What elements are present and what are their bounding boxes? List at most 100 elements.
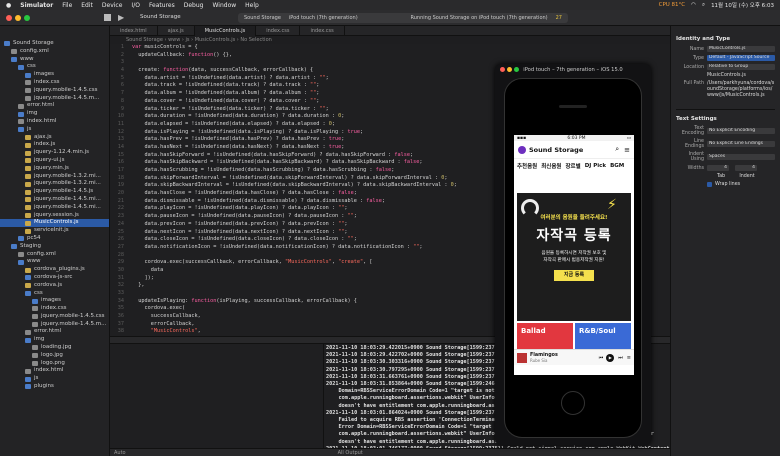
file-tree-item[interactable]: Sound Storage bbox=[0, 40, 109, 48]
file-tree-item[interactable]: MusicControls.js bbox=[0, 219, 109, 228]
file-tree-item[interactable]: serviceInit.js bbox=[0, 227, 109, 235]
file-tree-item[interactable]: jquery-ui.js bbox=[0, 157, 109, 165]
home-button[interactable] bbox=[561, 391, 585, 415]
menu-item[interactable]: File bbox=[62, 2, 72, 9]
file-tree-item[interactable]: images bbox=[0, 297, 109, 305]
simulator-window[interactable]: iPod touch – 7th generation – iOS 15.0 ▪… bbox=[495, 64, 651, 445]
name-field[interactable]: MusicControls.js bbox=[707, 46, 775, 52]
editor-tab[interactable]: index.css bbox=[256, 26, 301, 36]
close-icon[interactable] bbox=[6, 15, 12, 21]
file-tree-item[interactable]: jquery.min.js bbox=[0, 165, 109, 173]
output-filter[interactable]: All Output bbox=[338, 450, 363, 456]
menu-item[interactable]: Simulator bbox=[20, 2, 53, 9]
zoom-icon[interactable] bbox=[24, 15, 30, 21]
promo-banner[interactable]: ⚡ 여러분의 음원을 들려주세요! 자작곡 등록 음원을 등록하시면 저작권 보… bbox=[517, 193, 631, 321]
menu-item[interactable]: Device bbox=[102, 2, 123, 9]
breadcrumb[interactable]: Sound Storage › www › js › MusicControls… bbox=[110, 36, 670, 44]
file-tree-item[interactable]: index.css bbox=[0, 79, 109, 87]
playlist-icon[interactable]: ≡ bbox=[627, 355, 631, 361]
menu-item[interactable]: Edit bbox=[81, 2, 93, 9]
menu-icon[interactable]: ≡ bbox=[624, 146, 630, 154]
file-tree-item[interactable]: plugins bbox=[0, 383, 109, 391]
encoding-select[interactable]: No Explicit Encoding bbox=[707, 128, 775, 134]
file-tree-item[interactable]: img bbox=[0, 110, 109, 118]
file-tree-item[interactable]: css bbox=[0, 63, 109, 71]
file-tree-item[interactable]: jquery.mobile-1.3.2.mi... bbox=[0, 180, 109, 188]
device-selector[interactable]: iPod touch (7th generation) bbox=[289, 13, 358, 23]
editor-tab[interactable]: ajax.js bbox=[158, 26, 195, 36]
file-tree-item[interactable]: jquery.session.js bbox=[0, 212, 109, 220]
file-tree-item[interactable]: jquery.mobile-1.3.2.mi... bbox=[0, 173, 109, 181]
editor-tab[interactable]: MusicControls.js bbox=[194, 26, 257, 36]
file-tree-item[interactable]: jquery.mobile-1.4.5.m... bbox=[0, 95, 109, 103]
file-tree-item[interactable]: logo.png bbox=[0, 360, 109, 368]
file-tree-item[interactable]: config.xml bbox=[0, 48, 109, 56]
auto-selector[interactable]: Auto bbox=[114, 450, 126, 456]
app-tab[interactable]: 장르별 bbox=[566, 162, 581, 170]
file-tree-item[interactable]: jquery.mobile-1.4.5.mi... bbox=[0, 196, 109, 204]
app-tab[interactable]: 최신음원 bbox=[541, 162, 561, 170]
scheme-label[interactable]: Sound Storage bbox=[140, 14, 181, 20]
file-tree-item[interactable]: Staging bbox=[0, 243, 109, 251]
run-button[interactable]: ▶ bbox=[118, 13, 124, 22]
file-tree-item[interactable]: images bbox=[0, 71, 109, 79]
apple-icon[interactable]: ● bbox=[6, 2, 11, 9]
file-tree-item[interactable]: loading.jpg bbox=[0, 344, 109, 352]
app-tab[interactable]: BGM bbox=[610, 163, 624, 169]
app-tab[interactable]: 추천음원 bbox=[517, 162, 537, 170]
genre-card-ballad[interactable]: Ballad bbox=[517, 323, 573, 349]
file-tree-item[interactable]: jquery-1.12.4.min.js bbox=[0, 149, 109, 157]
menu-item[interactable]: Window bbox=[212, 2, 236, 9]
next-icon[interactable]: ⏭ bbox=[618, 355, 623, 361]
file-tree-item[interactable]: www bbox=[0, 56, 109, 64]
file-tree-item[interactable]: config.xml bbox=[0, 251, 109, 259]
file-tree-item[interactable]: logo.jpg bbox=[0, 352, 109, 360]
warning-count[interactable]: 27 bbox=[556, 13, 562, 23]
close-icon[interactable] bbox=[500, 67, 505, 72]
file-tree-item[interactable]: error.html bbox=[0, 328, 109, 336]
file-tree-item[interactable]: www bbox=[0, 258, 109, 266]
scheme-selector[interactable]: Sound Storage bbox=[244, 13, 281, 23]
file-tree-item[interactable]: js bbox=[0, 126, 109, 134]
file-tree-item[interactable]: error.html bbox=[0, 102, 109, 110]
file-tree-item[interactable]: pc54 bbox=[0, 235, 109, 243]
search-icon[interactable]: ⌕ bbox=[702, 2, 705, 9]
menu-item[interactable]: Features bbox=[149, 2, 175, 9]
register-button[interactable]: 지금 등록 bbox=[554, 270, 594, 281]
file-tree-item[interactable]: cordova.js bbox=[0, 282, 109, 290]
app-tab[interactable]: DJ Pick bbox=[585, 163, 606, 169]
file-tree-item[interactable]: jquery.mobile-1.4.5.mi... bbox=[0, 204, 109, 212]
file-tree-item[interactable]: js bbox=[0, 375, 109, 383]
indent-select[interactable]: Spaces bbox=[707, 154, 775, 160]
minimize-icon[interactable] bbox=[15, 15, 21, 21]
file-tree-item[interactable]: index.html bbox=[0, 367, 109, 375]
prev-icon[interactable]: ⏮ bbox=[599, 355, 604, 361]
file-tree-item[interactable]: index.html bbox=[0, 118, 109, 126]
wrap-checkbox[interactable] bbox=[707, 182, 712, 187]
file-tree-item[interactable]: cordova_plugins.js bbox=[0, 266, 109, 274]
file-tree-item[interactable]: ajax.js bbox=[0, 134, 109, 142]
file-tree-item[interactable]: jquery.mobile-1.4.5.m... bbox=[0, 321, 109, 329]
menu-item[interactable]: I/O bbox=[131, 2, 140, 9]
file-tree-item[interactable]: jquery.mobile-1.4.5.css bbox=[0, 87, 109, 95]
minimize-icon[interactable] bbox=[507, 67, 512, 72]
indent-width-field[interactable]: 4 bbox=[735, 165, 757, 171]
search-icon[interactable]: ⌕ bbox=[615, 145, 619, 154]
location-select[interactable]: Relative to Group bbox=[707, 64, 775, 70]
type-select[interactable]: Default - JavaScript Source bbox=[707, 55, 775, 61]
file-tree-item[interactable]: index.css bbox=[0, 305, 109, 313]
stop-button[interactable] bbox=[104, 14, 111, 21]
variables-view[interactable] bbox=[110, 344, 324, 448]
mini-player[interactable]: Flamingos Rube Sia ⏮ ▶ ⏭ ≡ bbox=[514, 349, 634, 365]
menu-item[interactable]: Help bbox=[245, 2, 259, 9]
device-screen[interactable]: ▪▪▪ 6:03 PM ▭ Sound Storage ⌕ ≡ 추천음원 최신음원… bbox=[514, 135, 634, 375]
play-icon[interactable]: ▶ bbox=[606, 353, 615, 362]
file-tree-item[interactable]: jquery.mobile-1.4.5.js bbox=[0, 188, 109, 196]
editor-tab[interactable]: index.css bbox=[300, 26, 345, 36]
tab-width-field[interactable]: 4 bbox=[707, 165, 729, 171]
file-tree-item[interactable]: img bbox=[0, 336, 109, 344]
menu-item[interactable]: Debug bbox=[184, 2, 204, 9]
genre-card-rnb[interactable]: R&B/Soul bbox=[575, 323, 631, 349]
file-tree-item[interactable]: jquery.mobile-1.4.5.css bbox=[0, 313, 109, 321]
file-tree-item[interactable]: index.js bbox=[0, 141, 109, 149]
